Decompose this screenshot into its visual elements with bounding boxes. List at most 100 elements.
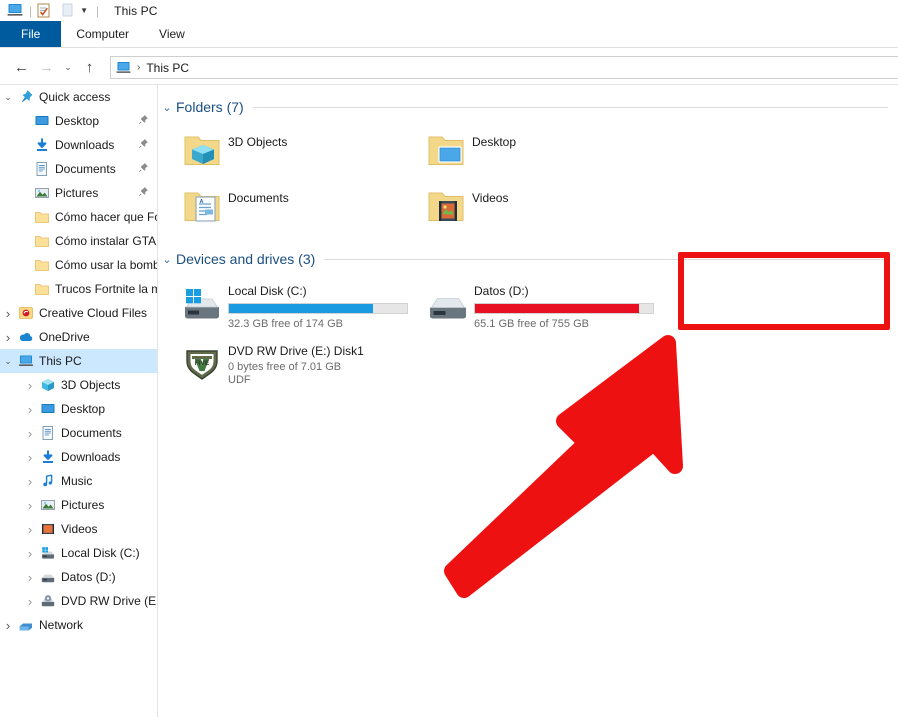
chevron-right-icon[interactable]: › xyxy=(22,373,38,397)
sidebar-item-label: Quick access xyxy=(39,90,111,104)
drive-tile[interactable]: FIVE DVD RW Drive (E:) Disk1 0 bytes free … xyxy=(176,336,422,396)
navigation-pane[interactable]: ⌄ Quick access Desktop Downloads Documents Pi… xyxy=(0,85,157,717)
titlebar-divider-1: | xyxy=(29,3,33,18)
sidebar-item-downloads[interactable]: › Downloads xyxy=(0,445,157,469)
group-title-folders: Folders (7) xyxy=(176,99,244,115)
sidebar-item-label: Desktop xyxy=(61,402,106,416)
chevron-right-icon[interactable]: › xyxy=(22,421,38,445)
onedrive-icon xyxy=(16,325,36,349)
sidebar-item-c-mo-hacer-que-fo[interactable]: Cómo hacer que Fo xyxy=(0,205,157,229)
3d-objects-icon xyxy=(38,373,58,397)
customize-caret-icon[interactable]: ▼ xyxy=(80,6,88,15)
sidebar-item-3d-objects[interactable]: › 3D Objects xyxy=(0,373,157,397)
folder-tile-label: Desktop xyxy=(472,135,517,149)
sidebar-item-c-mo-instalar-gta-5[interactable]: Cómo instalar GTA 5 xyxy=(0,229,157,253)
drive-tile[interactable]: Datos (D:) 65.1 GB free of 755 GB xyxy=(422,276,668,336)
sidebar-item-downloads[interactable]: Downloads xyxy=(0,133,157,157)
desktop-icon xyxy=(38,397,58,421)
content-area[interactable]: ⌄ Folders (7) 3D Objects Desktop A Document… xyxy=(158,85,898,717)
folder-tile[interactable]: Videos xyxy=(420,178,664,234)
sidebar-item-music[interactable]: › Music xyxy=(0,469,157,493)
chevron-down-icon[interactable]: ⌄ xyxy=(158,101,176,114)
sidebar-item-onedrive[interactable]: › OneDrive xyxy=(0,325,157,349)
sidebar-item-desktop[interactable]: › Desktop xyxy=(0,397,157,421)
chevron-right-icon[interactable]: › xyxy=(22,469,38,493)
group-title-devices: Devices and drives (3) xyxy=(176,251,316,267)
sidebar-item-creative-cloud-files[interactable]: › Creative Cloud Files xyxy=(0,301,157,325)
sidebar-item-documents[interactable]: Documents xyxy=(0,157,157,181)
sidebar-item-label: Cómo hacer que Fo xyxy=(55,210,157,224)
up-button[interactable]: ↑ xyxy=(77,55,102,80)
chevron-right-icon[interactable]: › xyxy=(22,517,38,541)
sidebar-item-local-disk-c[interactable]: › Local Disk (C:) xyxy=(0,541,157,565)
sidebar-item-network[interactable]: › Network xyxy=(0,613,157,637)
chevron-placeholder xyxy=(16,253,32,277)
recent-locations-button[interactable]: ⌄ xyxy=(59,55,77,80)
sidebar-item-label: Downloads xyxy=(55,138,115,152)
sidebar-item-videos[interactable]: › Videos xyxy=(0,517,157,541)
sidebar-item-label: Pictures xyxy=(55,186,99,200)
sidebar-item-label: Cómo usar la bomb xyxy=(55,258,157,272)
pin-icon[interactable] xyxy=(138,138,149,152)
chevron-right-icon[interactable]: › xyxy=(0,301,16,325)
chevron-right-icon[interactable]: › xyxy=(22,493,38,517)
back-button[interactable]: ← xyxy=(9,55,34,80)
sidebar-item-label: Downloads xyxy=(61,450,121,464)
tab-view[interactable]: View xyxy=(144,21,200,47)
chevron-right-icon[interactable]: › xyxy=(22,541,38,565)
chevron-right-icon[interactable]: › xyxy=(22,589,38,613)
folder-desktop-icon xyxy=(420,126,472,174)
sidebar-item-trucos-fortnite-la-m[interactable]: Trucos Fortnite la m xyxy=(0,277,157,301)
folder-tile[interactable]: Desktop xyxy=(420,122,664,178)
folder-tile[interactable]: A Documents xyxy=(176,178,420,234)
sidebar-item-c-mo-usar-la-bomb[interactable]: Cómo usar la bomb xyxy=(0,253,157,277)
sidebar-item-datos-d[interactable]: › Datos (D:) xyxy=(0,565,157,589)
group-rule xyxy=(324,258,888,260)
chevron-down-icon[interactable]: ⌄ xyxy=(0,85,16,109)
sidebar-item-label: Documents xyxy=(61,426,122,440)
address-input[interactable]: › This PC xyxy=(110,56,898,79)
group-header-folders[interactable]: ⌄ Folders (7) xyxy=(158,96,898,118)
star-pin-icon xyxy=(16,85,36,109)
drive-tile[interactable]: Local Disk (C:) 32.3 GB free of 174 GB xyxy=(176,276,422,336)
documents-icon xyxy=(32,157,52,181)
breadcrumb-this-pc-icon xyxy=(116,61,132,75)
drive-tile-label: DVD RW Drive (E:) Disk1 xyxy=(228,344,364,358)
chevron-right-icon[interactable]: › xyxy=(0,613,16,637)
chevron-right-icon[interactable]: › xyxy=(22,565,38,589)
folder-icon xyxy=(32,205,52,229)
chevron-right-icon[interactable]: › xyxy=(0,325,16,349)
tab-file[interactable]: File xyxy=(0,21,62,47)
sidebar-item-pictures[interactable]: › Pictures xyxy=(0,493,157,517)
tab-computer[interactable]: Computer xyxy=(61,21,144,47)
sidebar-item-dvd-rw-drive-e[interactable]: › DVD RW Drive (E:) xyxy=(0,589,157,613)
chevron-down-icon[interactable]: ⌄ xyxy=(0,349,16,373)
sidebar-item-quick-access[interactable]: ⌄ Quick access xyxy=(0,85,157,109)
sidebar-item-documents[interactable]: › Documents xyxy=(0,421,157,445)
ribbon-tab-strip: File Computer View xyxy=(0,21,898,47)
chevron-right-icon[interactable]: › xyxy=(22,397,38,421)
breadcrumb-separator: › xyxy=(137,62,141,73)
breadcrumb[interactable]: This PC xyxy=(146,61,189,75)
chevron-down-icon[interactable]: ⌄ xyxy=(158,253,176,266)
sidebar-item-label: Datos (D:) xyxy=(61,570,116,584)
documents-icon xyxy=(38,421,58,445)
group-header-devices[interactable]: ⌄ Devices and drives (3) xyxy=(158,248,898,270)
properties-icon[interactable] xyxy=(36,3,51,18)
new-folder-icon[interactable] xyxy=(60,3,75,18)
windows-drive-icon xyxy=(176,280,228,330)
downloads-icon xyxy=(38,445,58,469)
pin-icon[interactable] xyxy=(138,186,149,200)
chevron-placeholder xyxy=(16,229,32,253)
folder-tile-label: 3D Objects xyxy=(228,135,288,149)
forward-button[interactable]: → xyxy=(34,55,59,80)
pin-icon[interactable] xyxy=(138,162,149,176)
chevron-right-icon[interactable]: › xyxy=(22,445,38,469)
windows-drive-icon xyxy=(38,541,58,565)
sidebar-item-pictures[interactable]: Pictures xyxy=(0,181,157,205)
folder-tile[interactable]: 3D Objects xyxy=(176,122,420,178)
sidebar-item-this-pc[interactable]: ⌄ This PC xyxy=(0,349,157,373)
sidebar-item-desktop[interactable]: Desktop xyxy=(0,109,157,133)
pin-icon[interactable] xyxy=(138,114,149,128)
folder-tile-label: Documents xyxy=(228,191,289,205)
